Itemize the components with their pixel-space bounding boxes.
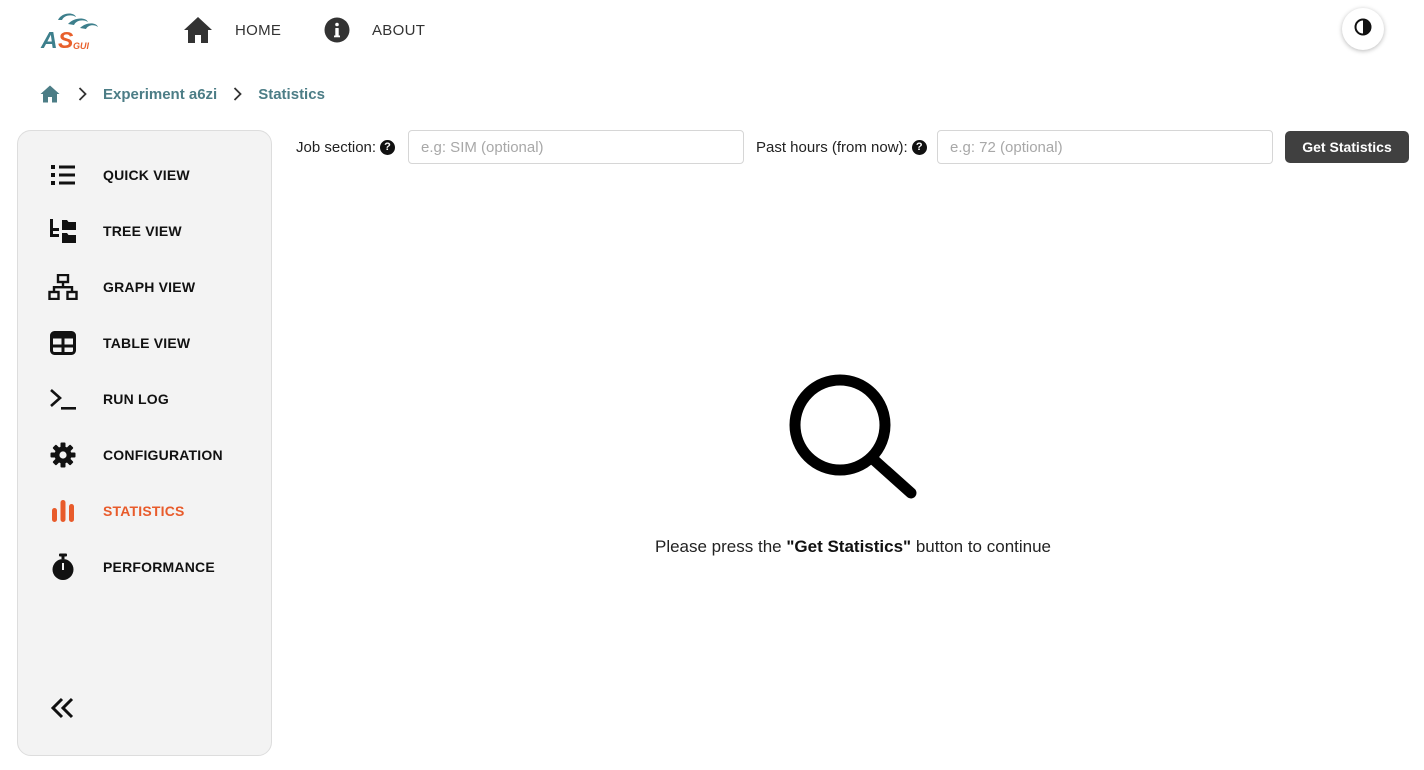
get-statistics-button[interactable]: Get Statistics [1285,131,1409,163]
sidebar-item-label: TREE VIEW [103,223,182,239]
empty-state-message: Please press the "Get Statistics" button… [580,537,1126,557]
sidebar-item-label: GRAPH VIEW [103,279,196,295]
sidebar-collapse-button[interactable] [48,693,78,727]
sidebar-item-performance[interactable]: PERFORMANCE [48,549,258,585]
past-hours-input[interactable] [937,130,1273,164]
sidebar: QUICK VIEW TREE VIEW GRAPH VIEW TABLE VI… [17,130,272,756]
sidebar-item-run-log[interactable]: RUN LOG [48,381,258,417]
job-section-label-text: Job section: [296,138,377,156]
double-chevron-left-icon [50,697,75,724]
contrast-icon [1354,18,1372,41]
theme-toggle-button[interactable] [1342,8,1384,50]
sidebar-item-label: QUICK VIEW [103,167,190,183]
nav-home-link[interactable]: HOME [183,14,281,46]
sidebar-item-label: STATISTICS [103,503,185,519]
help-icon[interactable]: ? [911,139,927,155]
chevron-right-icon [78,87,88,101]
graph-icon [48,272,78,302]
bar-chart-icon [48,496,78,526]
sidebar-item-table-view[interactable]: TABLE VIEW [48,325,258,361]
stopwatch-icon [48,552,78,582]
list-icon [48,160,78,190]
sidebar-item-statistics[interactable]: STATISTICS [48,493,258,529]
empty-state-suffix: button to continue [911,537,1052,556]
top-navbar: A S GUI HOME ABOUT [0,0,1424,60]
past-hours-label-text: Past hours (from now): [756,138,908,156]
sidebar-item-tree-view[interactable]: TREE VIEW [48,213,258,249]
svg-text:A: A [40,27,57,52]
sidebar-item-configuration[interactable]: CONFIGURATION [48,437,258,473]
breadcrumb-statistics[interactable]: Statistics [258,86,325,103]
table-icon [48,328,78,358]
chevron-right-icon [233,87,243,101]
home-icon [183,15,213,45]
past-hours-label: Past hours (from now): ? [756,137,927,157]
breadcrumb-home-icon[interactable] [40,84,60,104]
breadcrumb-experiment[interactable]: Experiment a6zi [103,86,217,103]
empty-state-prefix: Please press the [654,537,787,556]
terminal-icon [48,384,78,414]
nav-about-label: ABOUT [372,21,426,39]
job-section-label: Job section: ? [296,137,396,157]
breadcrumb: Experiment a6zi Statistics [40,82,325,106]
job-section-input[interactable] [408,130,744,164]
empty-state-highlight: "Get Statistics" [786,537,912,556]
search-icon [787,372,921,506]
sidebar-item-quick-view[interactable]: QUICK VIEW [48,157,258,193]
sidebar-item-label: PERFORMANCE [103,559,215,575]
svg-text:S: S [58,27,74,52]
app-logo[interactable]: A S GUI [40,10,115,53]
nav-about-link[interactable]: ABOUT [322,14,425,46]
gear-icon [48,440,78,470]
nav-home-label: HOME [235,21,282,39]
sidebar-item-label: CONFIGURATION [103,447,223,463]
info-circle-icon [322,15,352,45]
sidebar-item-label: TABLE VIEW [103,335,191,351]
sidebar-item-label: RUN LOG [103,391,169,407]
sidebar-item-graph-view[interactable]: GRAPH VIEW [48,269,258,305]
svg-text:GUI: GUI [73,41,90,51]
tree-icon [48,216,78,246]
help-icon[interactable]: ? [380,139,396,155]
